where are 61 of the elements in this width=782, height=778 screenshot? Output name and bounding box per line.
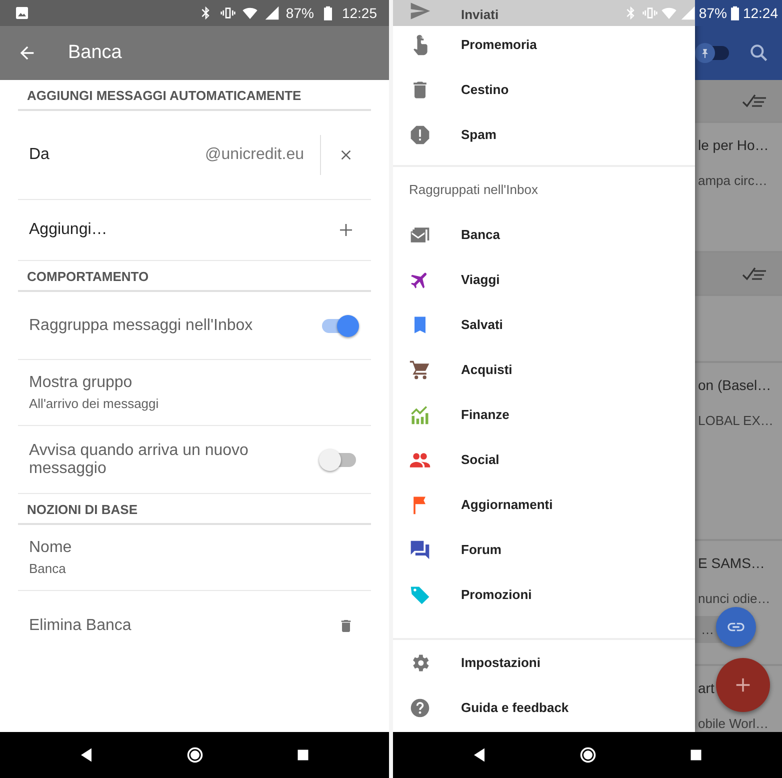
drawer-item[interactable]: Spam [461, 127, 496, 142]
wifi-icon [660, 5, 677, 21]
vibrate-icon [642, 5, 658, 21]
image-icon [14, 5, 30, 21]
section-header: AGGIUNGI MESSAGGI AUTOMATICAMENTE [18, 80, 371, 111]
setting-label: Avvisa quando arriva un nuovo messaggio [29, 442, 250, 478]
drawer-item[interactable]: Guida e feedback [461, 700, 569, 715]
home-icon[interactable] [578, 746, 596, 764]
message-sender: on (Basel… [698, 377, 772, 393]
plus-icon[interactable] [338, 222, 354, 238]
drawer-item[interactable]: Cestino [461, 82, 509, 97]
help-icon [409, 696, 431, 718]
setting-label: Raggruppa messaggi nell'Inbox [29, 316, 254, 334]
drawer-item[interactable]: Promemoria [461, 37, 537, 52]
section-header: NOZIONI DI BASE [18, 494, 371, 525]
drawer-section-header: Raggruppati nell'Inbox [408, 181, 539, 199]
drawer-item[interactable]: Banca [461, 227, 500, 242]
drawer-item[interactable]: Finanze [461, 407, 510, 422]
setting-value: All'arrivo dei messaggi [29, 396, 159, 411]
setting-label[interactable]: Mostra gruppo [29, 374, 132, 392]
checklist-icon[interactable] [742, 266, 768, 282]
clock: 12:24 [742, 5, 778, 21]
message-snippet: obile Worl… [698, 716, 769, 731]
home-icon[interactable] [186, 746, 204, 764]
message-sender: le per Ho… [698, 137, 769, 153]
checklist-icon[interactable] [742, 92, 768, 108]
section-header: COMPORTAMENTO [18, 261, 371, 292]
drawer-item[interactable]: Inviati [461, 7, 499, 22]
drawer-item[interactable]: Promozioni [461, 587, 532, 602]
wifi-icon [242, 5, 258, 21]
pin-toggle-icon[interactable] [695, 43, 729, 63]
drawer-item[interactable]: Impostazioni [461, 655, 540, 670]
link-button[interactable] [716, 607, 756, 647]
add-label[interactable]: Aggiungi… [29, 221, 321, 239]
field-value: @unicredit.eu [205, 146, 305, 164]
alert-icon [409, 124, 431, 146]
battery-percent: 87% [698, 5, 727, 21]
message-sender: art [698, 680, 714, 696]
signal-icon [264, 5, 280, 21]
setting-value: Banca [29, 561, 66, 576]
battery-icon [730, 5, 740, 21]
vibrate-icon [220, 5, 236, 21]
message-snippet: ampa circ… [698, 173, 768, 188]
drawer-item[interactable]: Aggiornamenti [461, 497, 553, 512]
battery-percent: 87% [286, 5, 314, 21]
field-label: Da [29, 146, 50, 164]
delete-label[interactable]: Elimina Banca [29, 616, 321, 634]
search-icon[interactable] [748, 42, 770, 64]
message-sender: E SAMS… [698, 555, 765, 571]
drawer-item[interactable]: Forum [461, 542, 502, 557]
drawer-item[interactable]: Salvati [461, 317, 503, 332]
drawer-item[interactable]: Viaggi [461, 272, 500, 287]
drawer-item[interactable]: Acquisti [461, 362, 512, 377]
setting-label[interactable]: Nome [29, 539, 72, 557]
message-snippet: nunci odie… [698, 591, 770, 606]
send-icon [409, 0, 431, 22]
drawer-item[interactable]: Social [461, 452, 500, 467]
clock: 12:25 [342, 5, 377, 21]
compose-button[interactable] [716, 658, 770, 712]
toolbar-title: Banca [68, 42, 122, 64]
message-snippet: LOBAL EX… [698, 413, 774, 428]
